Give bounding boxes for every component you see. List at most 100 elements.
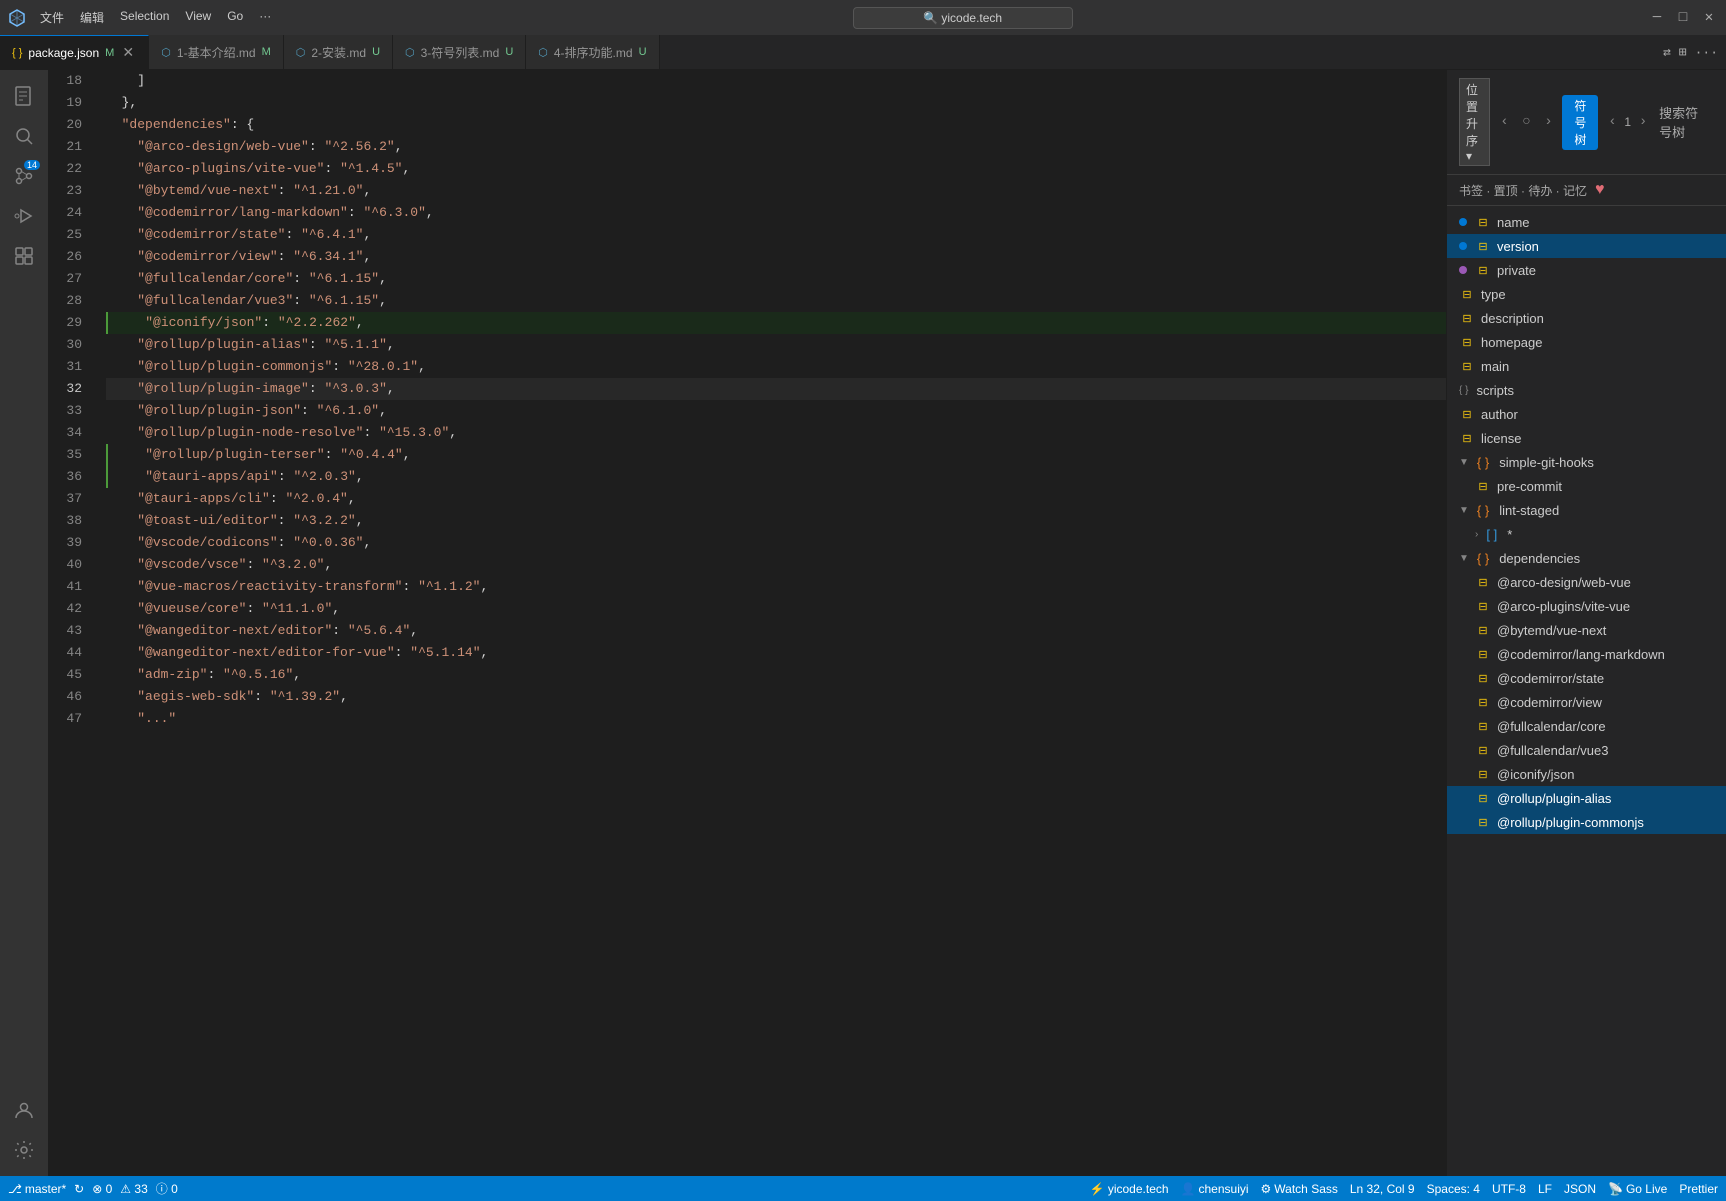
tree-item-version[interactable]: ⊟ version: [1447, 234, 1726, 258]
tab-basic-intro[interactable]: ⬡ 1-基本介绍.md M: [149, 35, 283, 69]
tree-item-iconify[interactable]: ⊟ @iconify/json: [1447, 762, 1726, 786]
tree-item-codemirror-view[interactable]: ⊟ @codemirror/view: [1447, 690, 1726, 714]
account-icon[interactable]: [6, 1092, 42, 1128]
bracket-icon-type: ⊟: [1459, 286, 1475, 302]
tree-item-dependencies[interactable]: ▼ { } dependencies: [1447, 546, 1726, 570]
run-debug-icon[interactable]: [6, 198, 42, 234]
symbol-tree-panel[interactable]: ⊟ name ⊟ version ⊟ private ⊟ type: [1447, 206, 1726, 1176]
tree-item-pre-commit[interactable]: ⊟ pre-commit: [1447, 474, 1726, 498]
sync-status[interactable]: ↻: [74, 1182, 84, 1196]
split-editor-icon[interactable]: ⇄: [1663, 45, 1671, 60]
tree-item-codemirror-lang[interactable]: ⊟ @codemirror/lang-markdown: [1447, 642, 1726, 666]
tab-close-package-json[interactable]: ✕: [120, 45, 136, 61]
watch-sass-icon: ⚙: [1261, 1182, 1272, 1196]
menu-edit[interactable]: 编辑: [74, 7, 110, 28]
settings-icon[interactable]: [6, 1132, 42, 1168]
tree-item-name[interactable]: ⊟ name: [1447, 210, 1726, 234]
tree-dot-private: [1459, 266, 1467, 274]
menu-more[interactable]: ···: [253, 7, 277, 28]
nav-left-button[interactable]: ‹: [1494, 112, 1514, 132]
nav-right-button[interactable]: ›: [1538, 112, 1558, 132]
extensions-icon[interactable]: [6, 238, 42, 274]
tab-install[interactable]: ⬡ 2-安装.md U: [284, 35, 393, 69]
window-controls: ─ □ ✕: [1648, 9, 1718, 27]
position-dropdown[interactable]: 位置升序 ▾: [1459, 78, 1490, 166]
git-branch-status[interactable]: ⎇ master*: [8, 1182, 66, 1196]
tree-item-fullcalendar-core[interactable]: ⊟ @fullcalendar/core: [1447, 714, 1726, 738]
tree-item-main[interactable]: ⊟ main: [1447, 354, 1726, 378]
tree-item-license[interactable]: ⊟ license: [1447, 426, 1726, 450]
nav-prev-symbol[interactable]: ‹: [1602, 112, 1622, 132]
tree-item-lint-staged-array[interactable]: › [ ] *: [1447, 522, 1726, 546]
bracket-icon-fullcalendar-vue3: ⊟: [1475, 742, 1491, 758]
line-num-40: 40: [56, 554, 82, 576]
chevron-git-hooks: ▼: [1459, 457, 1469, 468]
remote-status[interactable]: ⚡ yicode.tech: [1090, 1182, 1169, 1196]
close-button[interactable]: ✕: [1700, 9, 1718, 27]
prettier-status[interactable]: Prettier: [1679, 1182, 1718, 1196]
eol-status[interactable]: LF: [1538, 1182, 1552, 1196]
explorer-icon[interactable]: [6, 78, 42, 114]
nav-refresh-button[interactable]: ○: [1516, 112, 1536, 132]
menu-selection[interactable]: Selection: [114, 7, 175, 28]
menu-file[interactable]: 文件: [34, 7, 70, 28]
tree-item-lint-staged[interactable]: ▼ { } lint-staged: [1447, 498, 1726, 522]
tree-label-rollup-alias: @rollup/plugin-alias: [1497, 791, 1611, 806]
tab-label-md1: 1-基本介绍.md: [177, 44, 256, 61]
tree-item-arco-design[interactable]: ⊟ @arco-design/web-vue: [1447, 570, 1726, 594]
info-status[interactable]: ⓘ 0: [156, 1180, 178, 1197]
user-status[interactable]: 👤 chensuiyi: [1181, 1182, 1249, 1196]
nav-page-num: 1: [1624, 115, 1631, 129]
tree-item-rollup-commonjs[interactable]: ⊟ @rollup/plugin-commonjs: [1447, 810, 1726, 834]
search-icon[interactable]: [6, 118, 42, 154]
info-icon: ⓘ 0: [156, 1180, 178, 1197]
tab-symbol-list[interactable]: ⬡ 3-符号列表.md U: [393, 35, 526, 69]
tree-item-fullcalendar-vue3[interactable]: ⊟ @fullcalendar/vue3: [1447, 738, 1726, 762]
code-editor[interactable]: 18 19 20 21 22 23 24 25 26 27 28 29 30 3…: [48, 70, 1446, 1176]
tree-item-type[interactable]: ⊟ type: [1447, 282, 1726, 306]
maximize-button[interactable]: □: [1674, 9, 1692, 27]
tree-label-lint-staged: lint-staged: [1499, 503, 1559, 518]
tree-item-arco-plugins[interactable]: ⊟ @arco-plugins/vite-vue: [1447, 594, 1726, 618]
encoding-status[interactable]: UTF-8: [1492, 1182, 1526, 1196]
layout-icon[interactable]: ⊞: [1679, 45, 1687, 60]
tree-item-private[interactable]: ⊟ private: [1447, 258, 1726, 282]
tree-item-author[interactable]: ⊟ author: [1447, 402, 1726, 426]
minimize-button[interactable]: ─: [1648, 9, 1666, 27]
main-layout: 14: [0, 70, 1726, 1176]
language-status[interactable]: JSON: [1564, 1182, 1596, 1196]
tree-item-rollup-alias[interactable]: ⊟ @rollup/plugin-alias: [1447, 786, 1726, 810]
line-num-18: 18: [56, 70, 82, 92]
tab-package-json[interactable]: { } package.json M ✕: [0, 35, 149, 69]
tree-item-scripts[interactable]: { } scripts: [1447, 378, 1726, 402]
spaces-status[interactable]: Spaces: 4: [1427, 1182, 1480, 1196]
tab-sort[interactable]: ⬡ 4-排序功能.md U: [526, 35, 659, 69]
code-content[interactable]: ] }, "dependencies": { "@arco-design/web…: [98, 70, 1446, 1176]
tree-item-simple-git-hooks[interactable]: ▼ { } simple-git-hooks: [1447, 450, 1726, 474]
menu-view[interactable]: View: [179, 7, 217, 28]
symbol-tree-tab[interactable]: 符号树: [1562, 95, 1598, 150]
line-num-37: 37: [56, 488, 82, 510]
panel-search-button[interactable]: 搜索符号树: [1653, 101, 1714, 143]
menu-bar[interactable]: 文件 编辑 Selection View Go ···: [34, 7, 277, 28]
menu-go[interactable]: Go: [221, 7, 249, 28]
title-center: 🔍 yicode.tech: [285, 7, 1640, 29]
more-actions-icon[interactable]: ···: [1695, 45, 1718, 60]
nav-next-symbol[interactable]: ›: [1633, 112, 1653, 132]
source-control-icon[interactable]: 14: [6, 158, 42, 194]
bracket-icon-description: ⊟: [1459, 310, 1475, 326]
editor-area: 18 19 20 21 22 23 24 25 26 27 28 29 30 3…: [48, 70, 1446, 1176]
warnings-status[interactable]: ⚠ 33: [120, 1182, 147, 1196]
tree-item-codemirror-state[interactable]: ⊟ @codemirror/state: [1447, 666, 1726, 690]
go-live-status[interactable]: 📡 Go Live: [1608, 1182, 1667, 1196]
search-bar[interactable]: 🔍 yicode.tech: [853, 7, 1073, 29]
position-status[interactable]: Ln 32, Col 9: [1350, 1182, 1415, 1196]
tab-label-md3: 3-符号列表.md: [421, 44, 500, 61]
tree-item-description[interactable]: ⊟ description: [1447, 306, 1726, 330]
errors-status[interactable]: ⊗ 0: [92, 1182, 112, 1196]
tree-item-homepage[interactable]: ⊟ homepage: [1447, 330, 1726, 354]
tree-label-main: main: [1481, 359, 1509, 374]
watch-sass-status[interactable]: ⚙ Watch Sass: [1261, 1182, 1338, 1196]
bracket-icon-private: ⊟: [1475, 262, 1491, 278]
tree-item-bytemd[interactable]: ⊟ @bytemd/vue-next: [1447, 618, 1726, 642]
